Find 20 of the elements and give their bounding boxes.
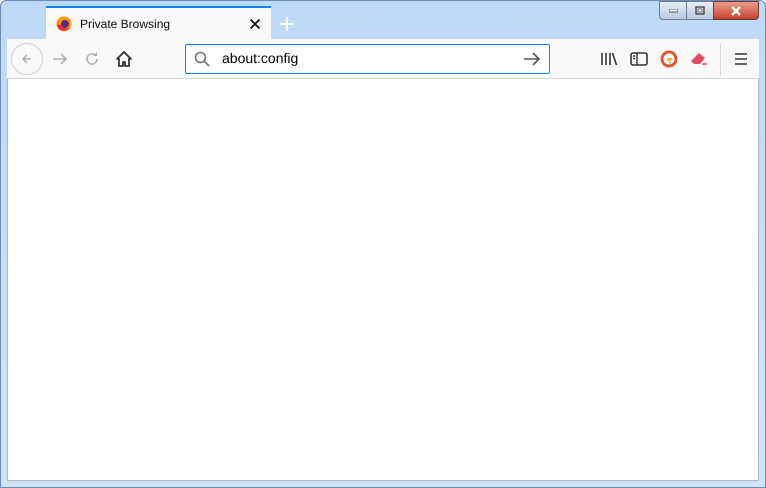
close-tab-icon[interactable]: [249, 18, 261, 30]
go-arrow-icon[interactable]: [523, 50, 541, 66]
home-icon: [114, 48, 134, 68]
maximize-button[interactable]: [687, 1, 713, 20]
eraser-icon[interactable]: [690, 50, 708, 66]
close-window-button[interactable]: [713, 1, 759, 20]
tab-title: Private Browsing: [80, 16, 172, 32]
sidebar-icon[interactable]: [630, 50, 648, 66]
minimize-button[interactable]: [659, 1, 687, 20]
minimize-icon: [668, 8, 678, 12]
restore-icon: [695, 6, 705, 15]
plus-icon: [279, 16, 295, 32]
url-text: about:config: [222, 49, 300, 68]
library-icon[interactable]: [600, 50, 618, 66]
close-icon: [730, 6, 742, 16]
menu-icon[interactable]: [733, 52, 749, 66]
search-icon: [194, 50, 210, 66]
fox-globe-icon: [56, 16, 72, 32]
address-bar[interactable]: about:config: [185, 44, 550, 74]
browser-tab[interactable]: Private Browsing: [46, 6, 271, 39]
